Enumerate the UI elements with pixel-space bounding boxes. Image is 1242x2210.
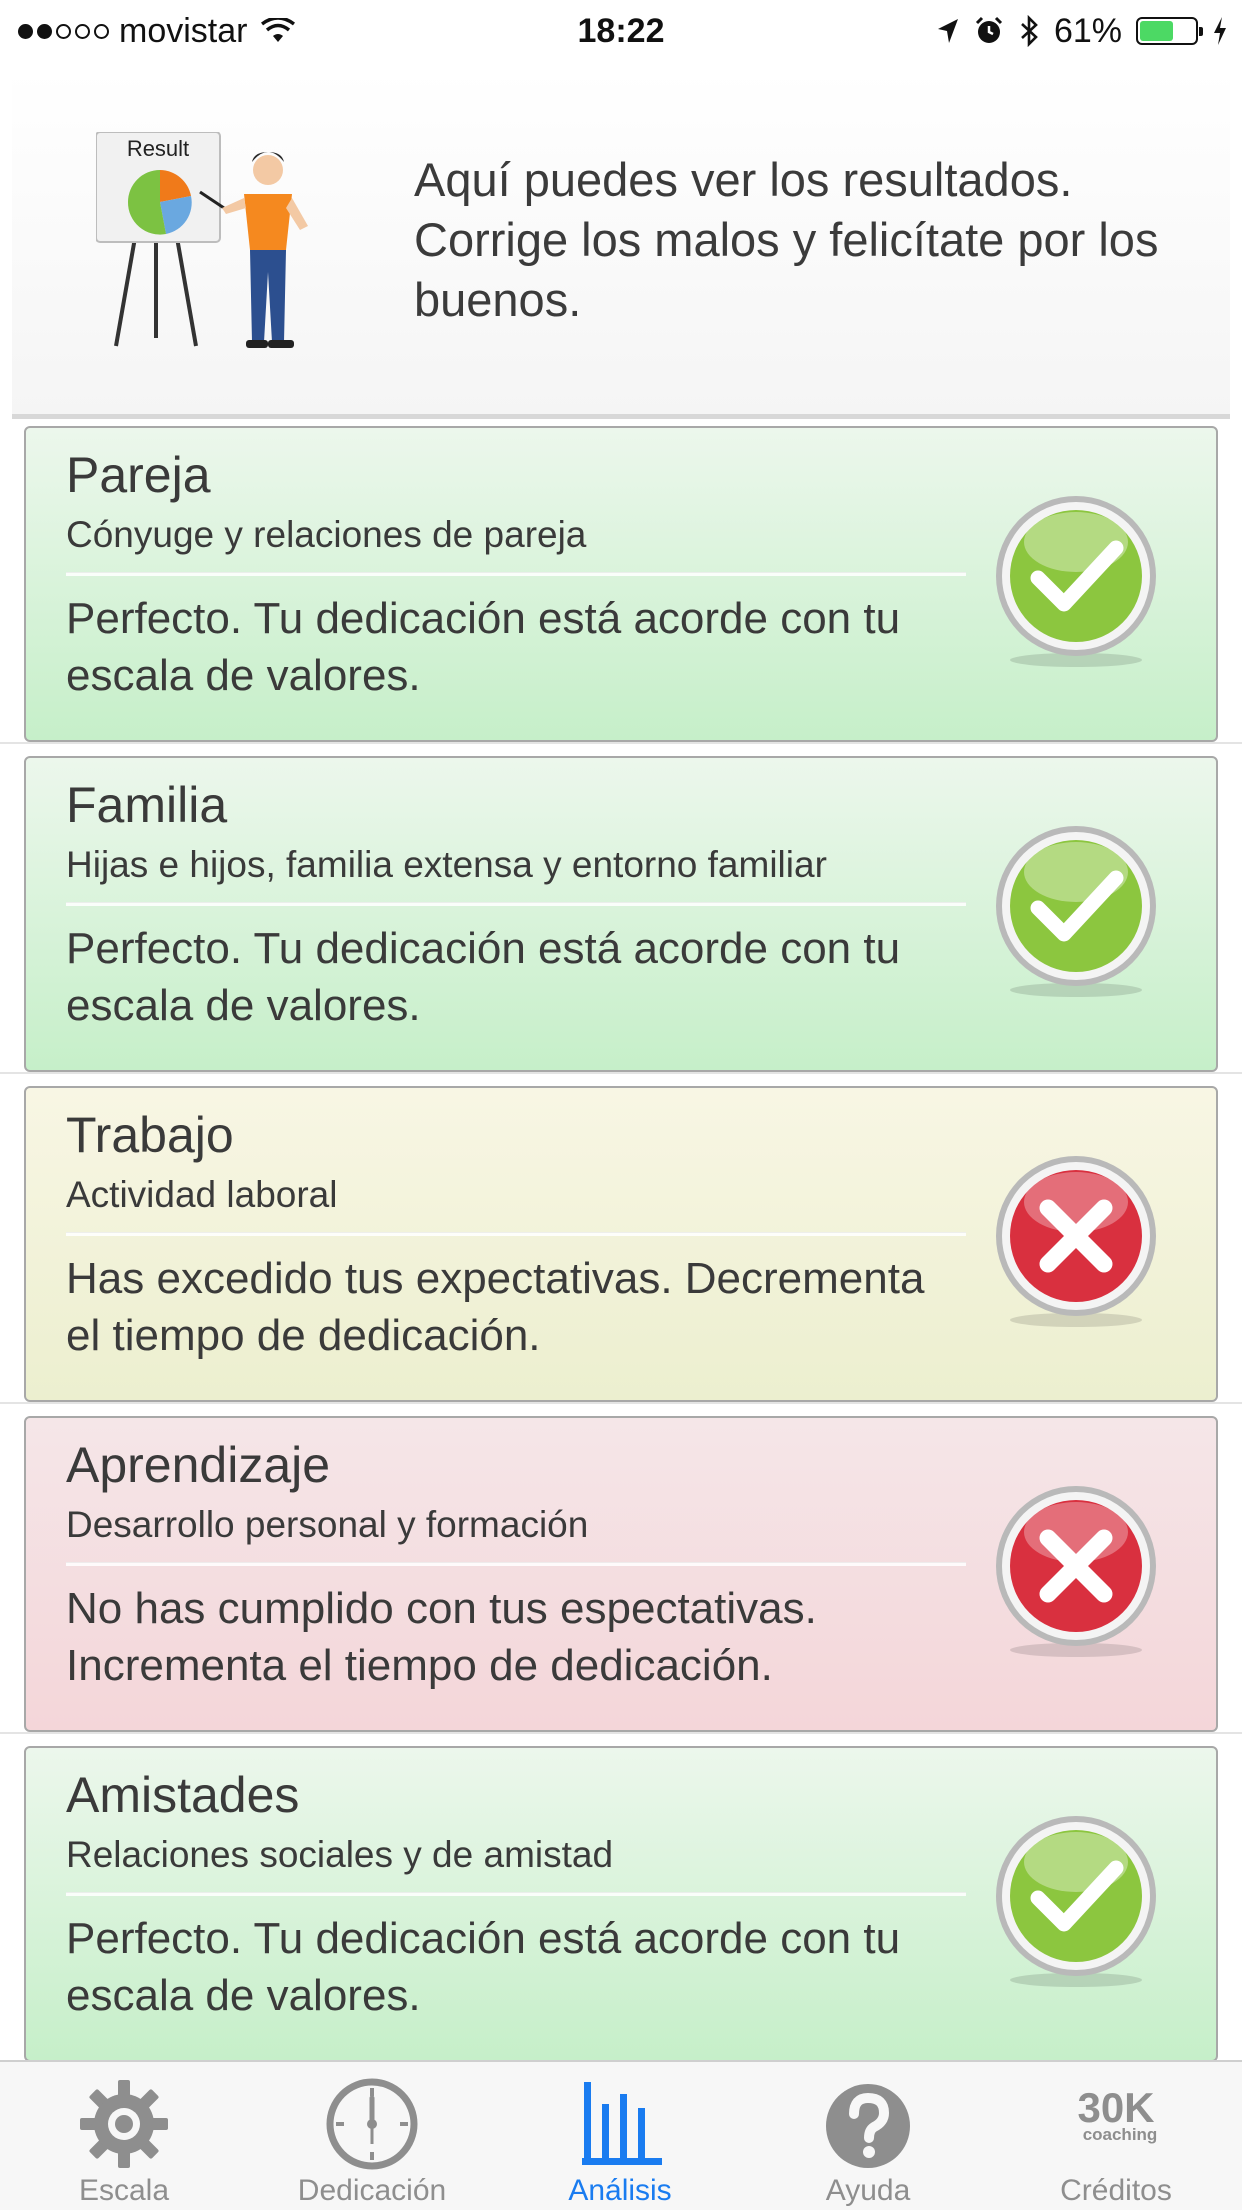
tab-dedicacion[interactable]: Dedicación	[248, 2062, 496, 2210]
tab-ayuda[interactable]: Ayuda	[744, 2062, 992, 2210]
card-title: Familia	[66, 777, 228, 833]
location-arrow-icon	[937, 19, 958, 43]
card-title: Amistades	[66, 1767, 300, 1823]
card-divider	[66, 1232, 966, 1236]
checkmark-icon	[996, 826, 1156, 997]
presenter-illustration-icon: Result	[96, 132, 308, 348]
charging-icon	[1214, 17, 1226, 45]
tab-label: Ayuda	[825, 2174, 911, 2207]
tab-label: Dedicación	[297, 2174, 447, 2207]
bar-chart-icon	[582, 2082, 662, 2165]
cross-icon	[996, 1156, 1156, 1327]
cross-icon	[996, 1486, 1156, 1657]
tab-creditos[interactable]: 30K coaching Créditos	[992, 2062, 1240, 2210]
row-separator	[0, 742, 1242, 744]
checkmark-icon	[996, 496, 1156, 667]
card-divider	[66, 902, 966, 906]
help-icon	[826, 2084, 910, 2168]
result-card-pareja[interactable]: Pareja Cónyuge y relaciones de pareja Pe…	[24, 426, 1218, 742]
card-subtitle: Actividad laboral	[66, 1174, 338, 1215]
tab-label: Escala	[78, 2174, 170, 2207]
card-subtitle: Relaciones sociales y de amistad	[66, 1834, 614, 1875]
card-subtitle: Desarrollo personal y formación	[66, 1504, 589, 1545]
card-title: Pareja	[66, 447, 211, 503]
card-message: No has cumplido con tus espectativas. In…	[66, 1584, 817, 1690]
clock-icon	[326, 2078, 418, 2170]
status-bar: movistar 18:22 61%	[0, 0, 1242, 62]
results-header: Result Aquí puedes ver los resultados. C…	[12, 70, 1230, 419]
card-message: Perfecto. Tu dedicación está acorde con …	[66, 1914, 901, 2020]
checkmark-icon	[996, 1816, 1156, 1987]
card-message: Has excedido tus expectativas. Decrement…	[66, 1254, 925, 1360]
tab-label: Créditos	[1060, 2174, 1172, 2207]
tab-escala[interactable]: Escala	[0, 2062, 248, 2210]
card-title: Aprendizaje	[66, 1437, 331, 1493]
coaching-logo-icon: 30K coaching	[1077, 2084, 1158, 2144]
alarm-icon	[975, 16, 1002, 43]
header-message: Aquí puedes ver los resultados. Corrige …	[414, 153, 1159, 326]
row-separator	[0, 1732, 1242, 1734]
card-title: Trabajo	[66, 1107, 234, 1163]
card-message: Perfecto. Tu dedicación está acorde con …	[66, 924, 901, 1030]
result-card-familia[interactable]: Familia Hijas e hijos, familia extensa y…	[24, 756, 1218, 1072]
card-subtitle: Hijas e hijos, familia extensa y entorno…	[66, 844, 827, 885]
logo-text: 30K	[1077, 2084, 1154, 2131]
tab-analisis[interactable]: Análisis	[496, 2062, 744, 2210]
tab-label: Análisis	[568, 2174, 672, 2207]
row-separator	[0, 1072, 1242, 1074]
illustration-label: Result	[127, 136, 189, 161]
card-message: Perfecto. Tu dedicación está acorde con …	[66, 594, 901, 700]
tab-bar: Escala Dedicación Análisis Ayuda 30K coa…	[0, 2060, 1242, 2210]
card-divider	[66, 572, 966, 576]
logo-subtext: coaching	[1083, 2125, 1158, 2144]
gear-icon	[80, 2080, 168, 2168]
battery-percent: 61%	[1053, 11, 1122, 50]
result-card-trabajo[interactable]: Trabajo Actividad laboral Has excedido t…	[24, 1086, 1218, 1402]
result-card-aprendizaje[interactable]: Aprendizaje Desarrollo personal y formac…	[24, 1416, 1218, 1732]
result-card-amistades[interactable]: Amistades Relaciones sociales y de amist…	[24, 1746, 1218, 2062]
battery-icon	[1136, 17, 1203, 45]
card-divider	[66, 1562, 966, 1566]
bluetooth-icon	[1021, 15, 1038, 47]
card-subtitle: Cónyuge y relaciones de pareja	[66, 514, 587, 555]
row-separator	[0, 1402, 1242, 1404]
card-divider	[66, 1892, 966, 1896]
status-bar-right: 61%	[936, 8, 1228, 54]
